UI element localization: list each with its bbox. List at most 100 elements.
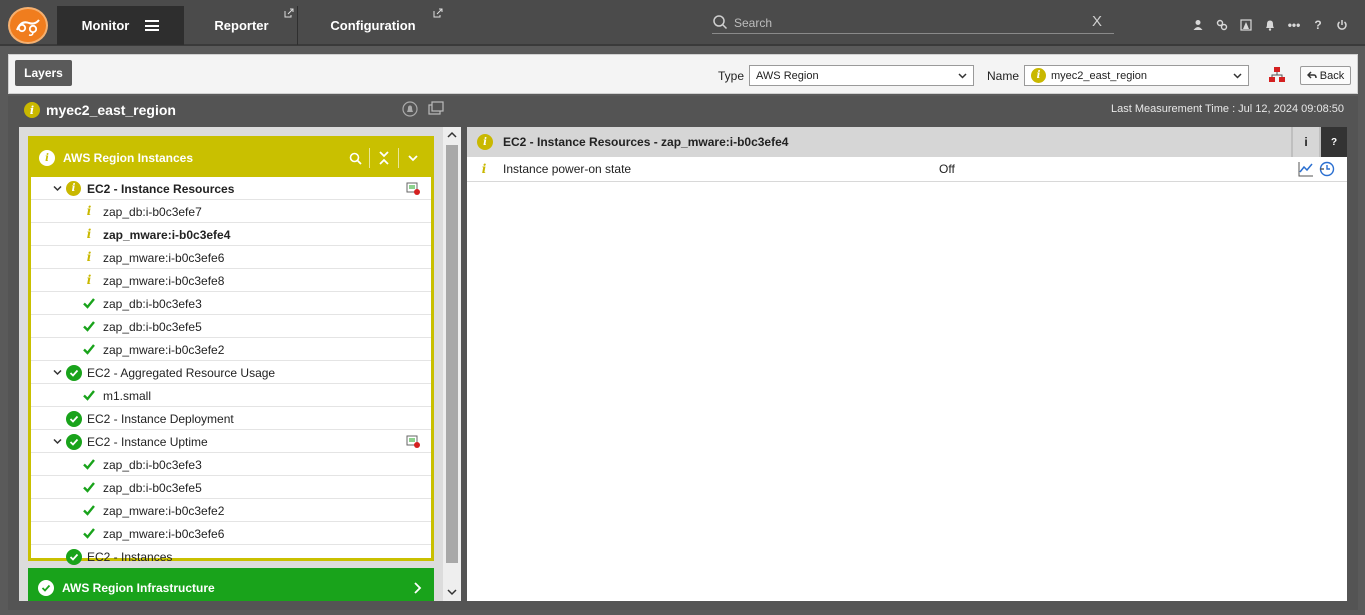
layer-group-actions xyxy=(343,147,425,169)
name-label: Name xyxy=(987,69,1020,83)
type-select[interactable]: AWS Region xyxy=(749,65,974,86)
check-icon xyxy=(83,528,95,539)
test-label: EC2 - Aggregated Resource Usage xyxy=(87,366,276,380)
test-label: EC2 - Instance Uptime xyxy=(87,435,208,449)
history-icon[interactable] xyxy=(1319,161,1335,177)
info-button[interactable]: i xyxy=(1291,127,1319,157)
alert-bell-icon[interactable] xyxy=(402,101,418,117)
name-select[interactable]: i myec2_east_region xyxy=(1024,65,1249,86)
layer-group-header[interactable]: i AWS Region Instances xyxy=(31,139,431,177)
eg-logo[interactable] xyxy=(8,7,48,44)
search-tests-icon[interactable] xyxy=(343,147,367,169)
back-button-label: Back xyxy=(1319,69,1345,82)
collapse-all-icon[interactable] xyxy=(372,147,396,169)
tab-configuration[interactable]: Configuration xyxy=(300,6,446,45)
chevron-down-icon xyxy=(958,73,967,79)
test-row[interactable]: EC2 - Instance Uptime xyxy=(31,430,431,453)
graph-icon[interactable] xyxy=(1298,161,1314,177)
tab-monitor-label: Monitor xyxy=(81,18,130,33)
more-icon[interactable]: ••• xyxy=(1282,16,1306,34)
test-label: EC2 - Instance Deployment xyxy=(87,412,234,426)
alarm-icon[interactable] xyxy=(1234,16,1258,34)
detailed-diagnosis-icon[interactable] xyxy=(406,181,421,196)
descriptor-row[interactable]: zap_mware:i-b0c3efe2 xyxy=(31,338,431,361)
link-icon[interactable] xyxy=(1210,16,1234,34)
chevron-down-icon xyxy=(1233,73,1242,79)
measurements-header-actions: i ? xyxy=(1291,127,1347,157)
measurement-value: Off xyxy=(939,162,955,176)
test-row[interactable]: i EC2 - Instance Resources xyxy=(31,177,431,200)
ok-status-icon xyxy=(38,580,54,596)
scroll-down-icon[interactable] xyxy=(447,587,457,597)
test-row[interactable]: EC2 - Instance Deployment xyxy=(31,407,431,430)
descriptor-row[interactable]: zap_db:i-b0c3efe5 xyxy=(31,315,431,338)
tab-reporter-label: Reporter xyxy=(214,18,269,33)
descriptor-row[interactable]: i zap_mware:i-b0c3efe6 xyxy=(31,246,431,269)
measurement-row[interactable]: i Instance power-on state Off xyxy=(467,157,1347,182)
type-select-value: AWS Region xyxy=(756,69,819,82)
layer-toolbar: Layers Type AWS Region Name i myec2_east… xyxy=(8,54,1358,94)
descriptor-label: zap_db:i-b0c3efe5 xyxy=(103,320,202,334)
layer-panel-scrollbar[interactable] xyxy=(443,127,461,601)
descriptor-row[interactable]: zap_db:i-b0c3efe5 xyxy=(31,476,431,499)
tab-monitor[interactable]: Monitor xyxy=(57,6,184,45)
check-icon xyxy=(83,298,95,309)
descriptor-label: m1.small xyxy=(103,389,152,403)
tab-reporter[interactable]: Reporter xyxy=(186,6,298,45)
test-label: EC2 - Instances xyxy=(87,550,173,564)
descriptor-row[interactable]: i zap_db:i-b0c3efe7 xyxy=(31,200,431,223)
info-status-icon: i xyxy=(86,227,92,241)
check-icon xyxy=(83,321,95,332)
check-icon xyxy=(83,390,95,401)
chevron-right-icon[interactable] xyxy=(413,582,422,594)
layer-tests-panel: i AWS Region Instances i EC2 - Instance … xyxy=(19,127,461,601)
ok-status-icon xyxy=(66,411,82,427)
chevron-down-icon[interactable] xyxy=(53,437,62,446)
descriptor-row[interactable]: m1.small xyxy=(31,384,431,407)
descriptor-row[interactable]: i zap_mware:i-b0c3efe4 xyxy=(31,223,431,246)
descriptor-label: zap_mware:i-b0c3efe6 xyxy=(103,527,225,541)
chevron-down-icon[interactable] xyxy=(401,147,425,169)
check-icon xyxy=(83,459,95,470)
info-button-label: i xyxy=(1292,127,1319,157)
detailed-diagnosis-icon[interactable] xyxy=(406,434,421,449)
test-row[interactable]: EC2 - Instances xyxy=(31,545,431,568)
descriptor-row[interactable]: zap_db:i-b0c3efe3 xyxy=(31,292,431,315)
back-arrow-icon xyxy=(1306,71,1317,79)
measurements-panel: i EC2 - Instance Resources - zap_mware:i… xyxy=(467,127,1347,601)
layer-group-aws-region-instances: i AWS Region Instances i EC2 - Instance … xyxy=(28,136,434,565)
last-measurement-time: Last Measurement Time : Jul 12, 2024 09:… xyxy=(1111,103,1344,115)
search-input[interactable] xyxy=(734,15,1084,31)
info-status-icon: i xyxy=(24,102,40,118)
descriptor-row[interactable]: zap_mware:i-b0c3efe2 xyxy=(31,499,431,522)
menu-icon[interactable] xyxy=(145,20,160,31)
topology-icon[interactable] xyxy=(1268,66,1286,84)
chevron-down-icon[interactable] xyxy=(53,184,62,193)
scrollbar-thumb[interactable] xyxy=(446,145,458,563)
back-button[interactable]: Back xyxy=(1300,66,1351,85)
chevron-down-icon[interactable] xyxy=(53,368,62,377)
detach-window-icon[interactable] xyxy=(428,101,444,117)
descriptor-label-selected: zap_mware:i-b0c3efe4 xyxy=(103,228,231,242)
bell-icon[interactable] xyxy=(1258,16,1282,34)
search-icon xyxy=(713,15,728,30)
descriptor-row[interactable]: zap_db:i-b0c3efe3 xyxy=(31,453,431,476)
layers-button[interactable]: Layers xyxy=(15,60,72,86)
scroll-up-icon[interactable] xyxy=(447,130,457,140)
layer-group-aws-region-infrastructure[interactable]: AWS Region Infrastructure xyxy=(28,568,434,601)
descriptor-label: zap_db:i-b0c3efe7 xyxy=(103,205,202,219)
test-label: EC2 - Instance Resources xyxy=(87,182,235,196)
descriptor-row[interactable]: zap_mware:i-b0c3efe6 xyxy=(31,522,431,545)
ok-status-icon xyxy=(66,365,82,381)
info-status-icon: i xyxy=(477,134,493,150)
test-row[interactable]: EC2 - Aggregated Resource Usage xyxy=(31,361,431,384)
help-button[interactable]: ? xyxy=(1319,127,1347,157)
power-icon[interactable] xyxy=(1330,16,1354,34)
help-icon[interactable]: ? xyxy=(1306,16,1330,34)
descriptor-row[interactable]: i zap_mware:i-b0c3efe8 xyxy=(31,269,431,292)
clear-search-icon[interactable]: X xyxy=(1092,13,1102,30)
descriptor-label: zap_mware:i-b0c3efe8 xyxy=(103,274,225,288)
user-icon[interactable] xyxy=(1186,16,1210,34)
layer-group-title: AWS Region Instances xyxy=(63,151,194,165)
layer-group-title: AWS Region Infrastructure xyxy=(62,581,215,595)
